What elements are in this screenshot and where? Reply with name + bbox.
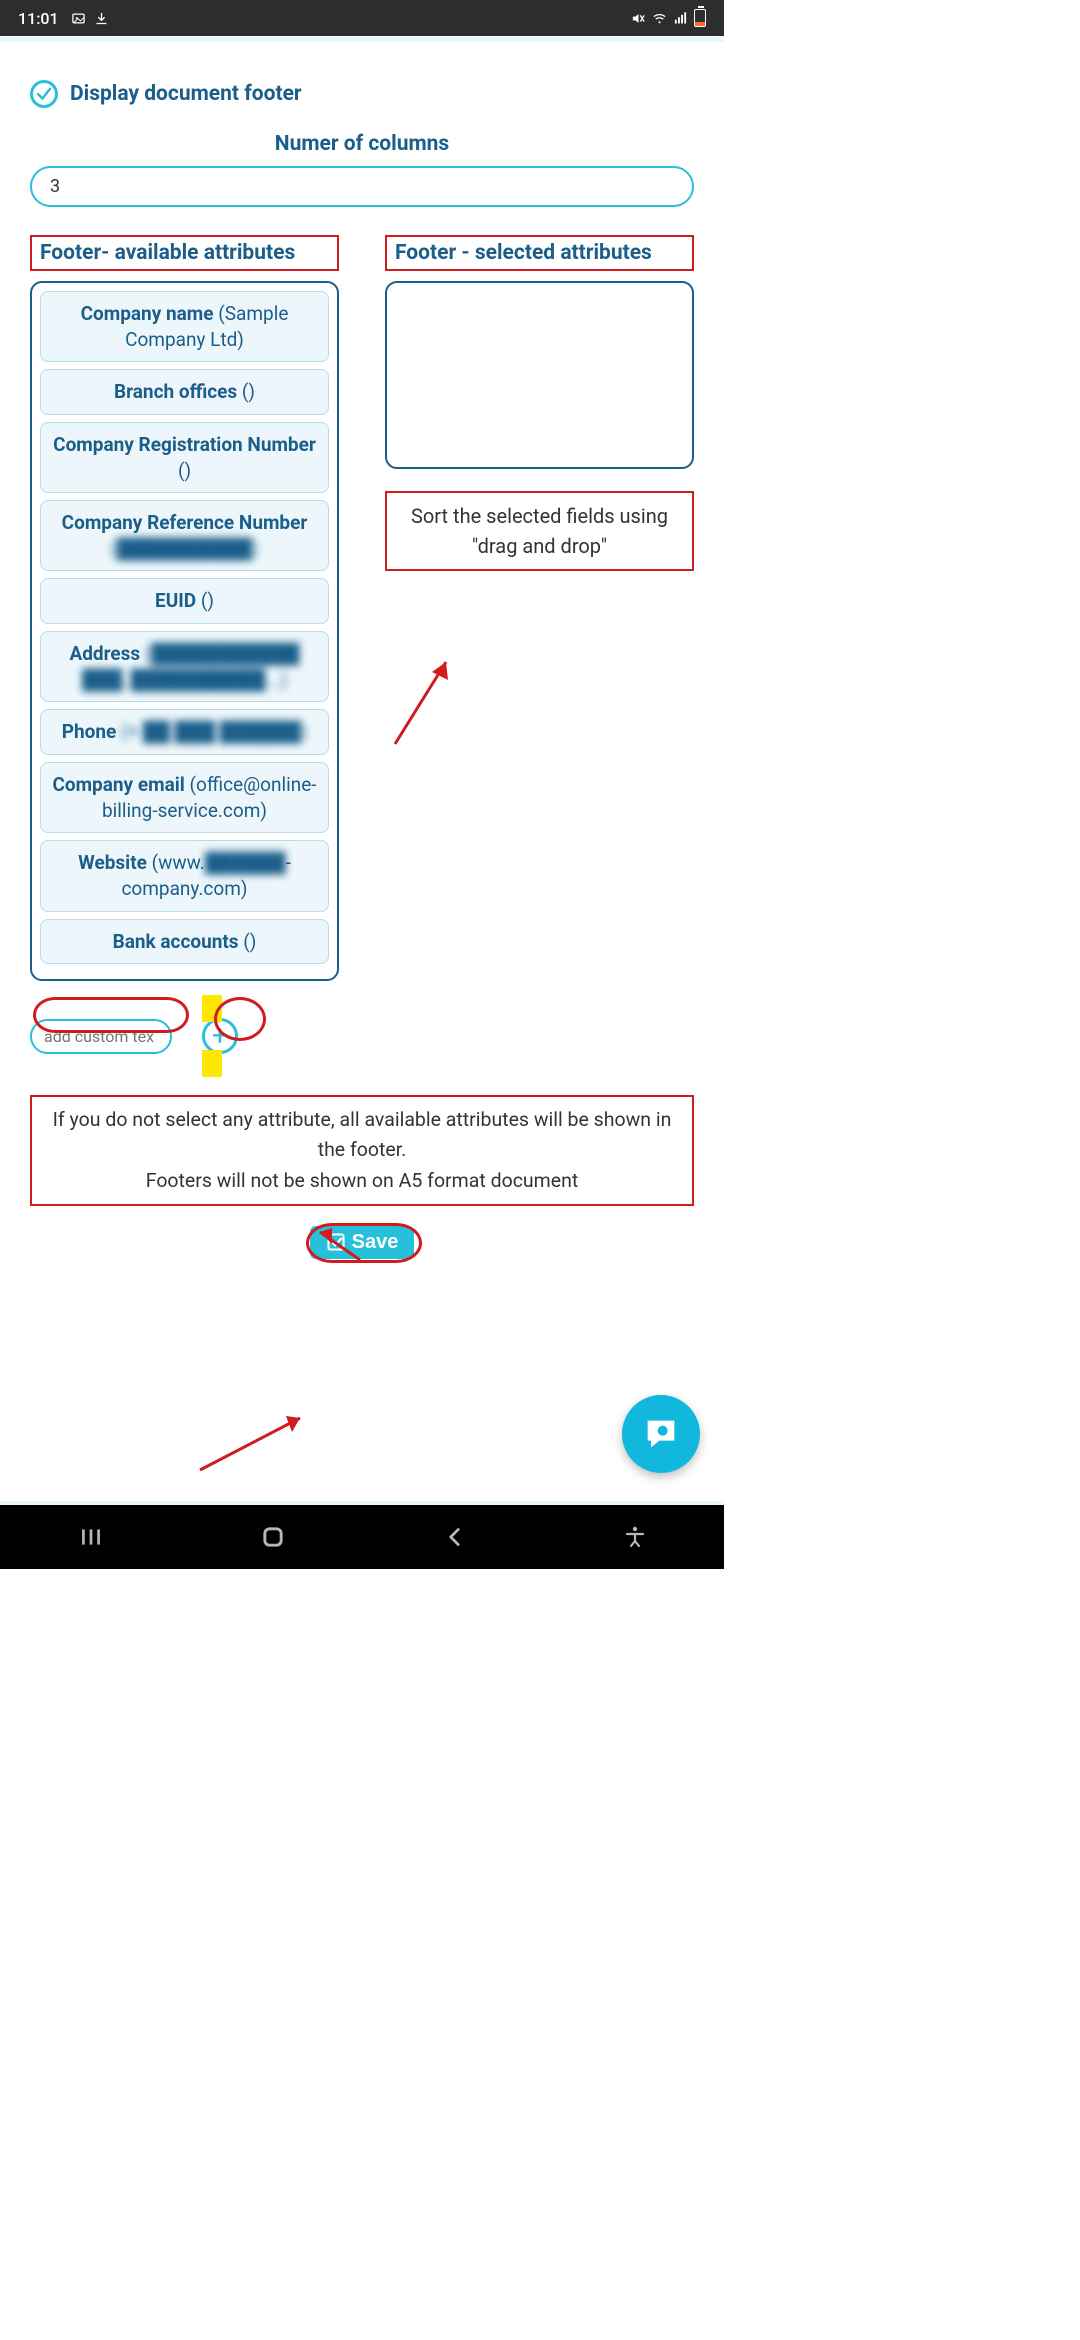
list-item[interactable]: Branch offices ()	[40, 369, 329, 415]
highlight-icon: +	[202, 995, 238, 1077]
selected-header: Footer - selected attributes	[385, 235, 694, 271]
list-item[interactable]: Address (███████████ ███, ██████████...)	[40, 631, 329, 702]
item-label: Phone	[62, 720, 117, 743]
accessibility-icon	[623, 1525, 647, 1549]
status-time: 11:01	[18, 9, 59, 28]
back-icon	[442, 1524, 468, 1550]
home-icon	[259, 1523, 287, 1551]
display-footer-label: Display document footer	[70, 82, 302, 106]
item-label: EUID	[155, 589, 196, 612]
check-square-icon	[326, 1232, 346, 1252]
available-list[interactable]: Company name (Sample Company Ltd) Branch…	[30, 281, 339, 981]
list-item[interactable]: Website (www.██████-company.com)	[40, 840, 329, 911]
list-item[interactable]: Bank accounts ()	[40, 919, 329, 965]
available-header: Footer- available attributes	[30, 235, 339, 271]
custom-text-input-wrap[interactable]	[30, 1019, 172, 1054]
recents-button[interactable]	[78, 1524, 104, 1550]
item-label: Bank accounts	[113, 930, 239, 953]
battery-icon	[694, 9, 706, 27]
item-value: (██████████)	[111, 537, 259, 560]
checkbox-checked-icon[interactable]	[30, 80, 58, 108]
info-line-1: If you do not select any attribute, all …	[42, 1105, 682, 1165]
accessibility-button[interactable]	[623, 1525, 647, 1549]
list-item[interactable]: Company name (Sample Company Ltd)	[40, 291, 329, 362]
chat-button[interactable]	[622, 1395, 700, 1473]
columns-label: Numer of columns	[30, 132, 694, 156]
custom-text-input[interactable]	[36, 1023, 166, 1050]
item-value-blurred: ██████	[205, 851, 286, 874]
list-item[interactable]: Company Registration Number ()	[40, 422, 329, 493]
info-line-2: Footers will not be shown on A5 format d…	[42, 1166, 682, 1196]
image-icon	[71, 11, 86, 26]
signal-icon	[673, 11, 688, 26]
chat-icon	[641, 1414, 681, 1454]
columns-input[interactable]	[30, 166, 694, 207]
list-item[interactable]: Phone (+ ██ ███ ██████)	[40, 709, 329, 755]
add-button[interactable]: +	[202, 1018, 238, 1054]
nav-bar	[0, 1505, 724, 1569]
item-label: Website	[78, 851, 147, 874]
item-value: (+ ██ ███ ██████)	[121, 720, 307, 743]
download-icon	[94, 11, 109, 26]
wifi-icon	[652, 11, 667, 26]
item-label: Address	[69, 642, 140, 665]
status-bar: 11:01	[0, 0, 724, 36]
item-label: Company email	[52, 773, 184, 796]
mute-vibrate-icon	[631, 11, 646, 26]
list-item[interactable]: Company Reference Number (██████████)	[40, 500, 329, 571]
item-label: Company Registration Number	[53, 433, 316, 456]
item-label: Branch offices	[114, 380, 237, 403]
back-button[interactable]	[442, 1524, 468, 1550]
save-button[interactable]: Save	[310, 1226, 415, 1259]
display-footer-row[interactable]: Display document footer	[30, 80, 694, 108]
selected-list[interactable]	[385, 281, 694, 469]
home-button[interactable]	[259, 1523, 287, 1551]
list-item[interactable]: EUID ()	[40, 578, 329, 624]
item-label: Company name	[81, 302, 214, 325]
item-label: Company Reference Number	[62, 511, 308, 534]
sort-note: Sort the selected fields using "drag and…	[385, 491, 694, 571]
plus-icon: +	[212, 1022, 228, 1050]
item-value-prefix: (www.	[152, 851, 205, 874]
item-value: ()	[201, 589, 214, 612]
item-value: ()	[242, 380, 255, 403]
list-item[interactable]: Company email (office@online-billing-ser…	[40, 762, 329, 833]
item-value: ()	[243, 930, 256, 953]
recents-icon	[78, 1524, 104, 1550]
save-label: Save	[352, 1231, 399, 1254]
item-value: ()	[178, 459, 191, 482]
info-box: If you do not select any attribute, all …	[30, 1095, 694, 1206]
